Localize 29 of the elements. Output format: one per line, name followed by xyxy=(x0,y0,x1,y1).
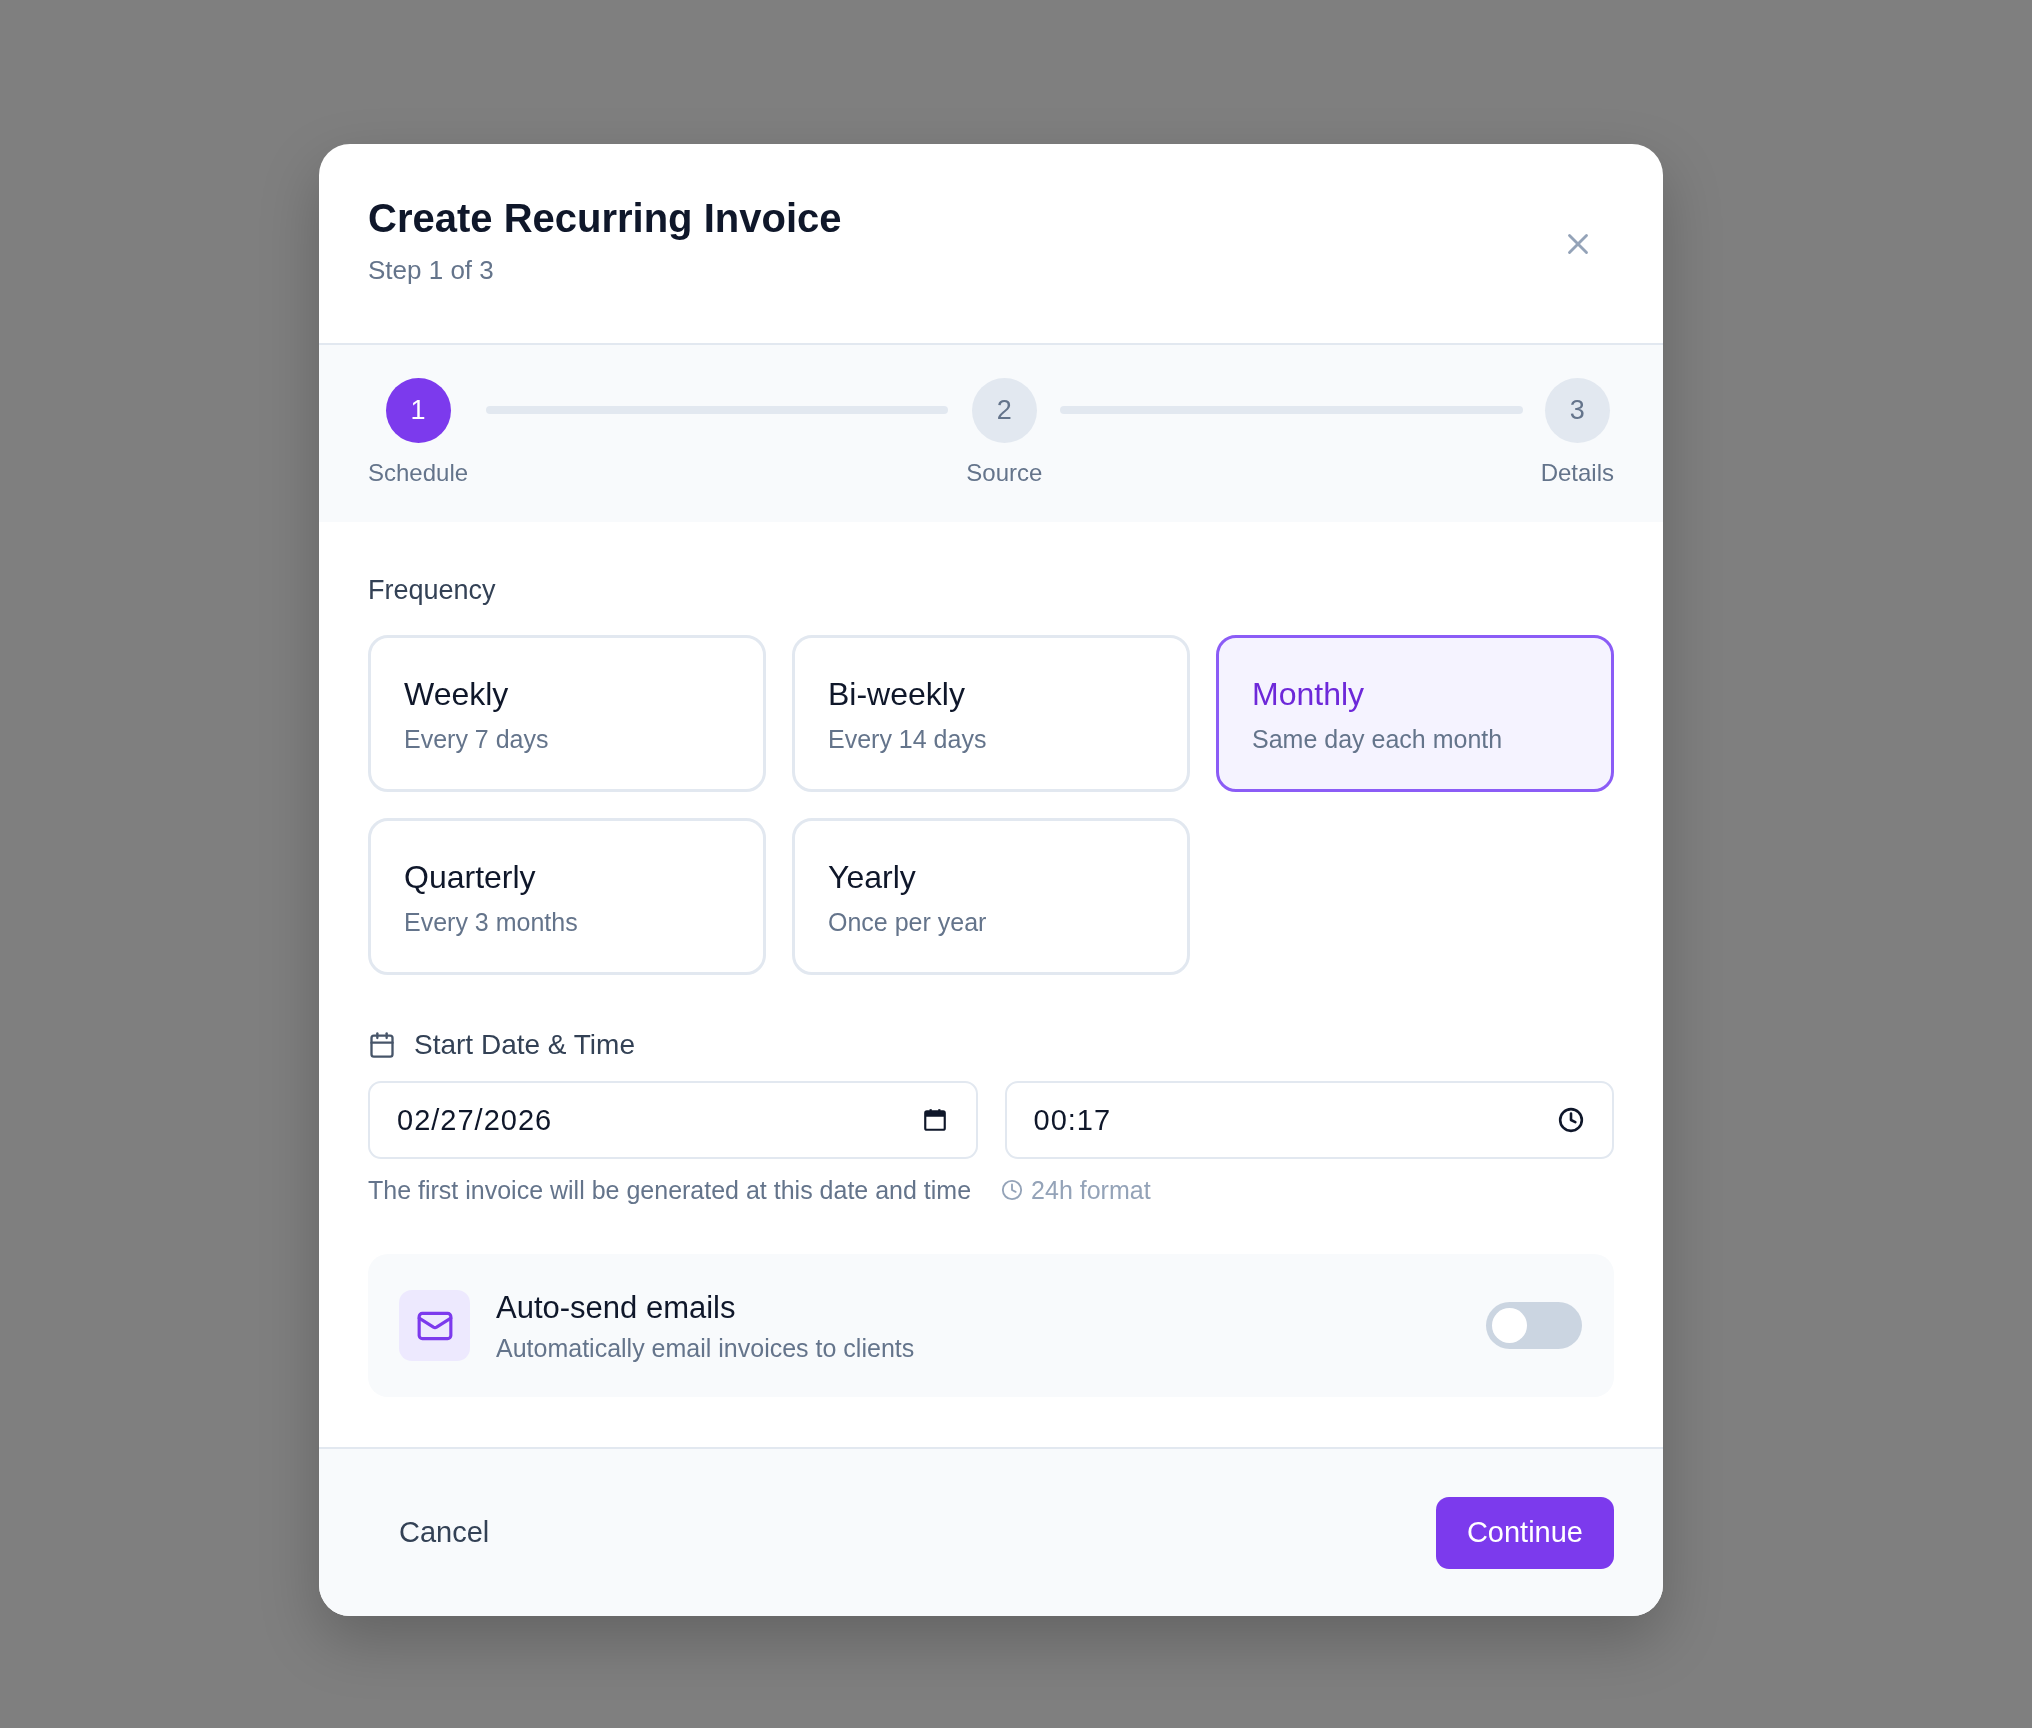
continue-button[interactable]: Continue xyxy=(1435,1496,1614,1569)
step-label: Source xyxy=(966,458,1043,488)
frequency-option[interactable]: Quarterly Every 3 months xyxy=(368,818,766,975)
auto-send-title: Auto-send emails xyxy=(496,1288,737,1327)
date-hint: The first invoice will be generated at this date and time xyxy=(368,1175,972,1205)
step-number[interactable]: 3 xyxy=(1544,378,1610,443)
frequency-label: Frequency xyxy=(368,574,497,607)
step-counter: Step 1 of 3 xyxy=(368,253,495,286)
auto-send-description: Automatically email invoices to clients xyxy=(496,1332,916,1363)
date-input[interactable]: 02/27/2026 xyxy=(368,1081,978,1159)
format-note: 24h format xyxy=(1031,1175,1151,1205)
time-input[interactable]: 00:17 xyxy=(1004,1081,1614,1159)
clock-icon[interactable] xyxy=(1558,1107,1584,1133)
clock-icon xyxy=(1001,1179,1024,1201)
step-label: Details xyxy=(1540,458,1614,488)
start-date-label: Start Date & Time xyxy=(414,1028,635,1062)
step-number[interactable]: 1 xyxy=(385,378,451,443)
dialog-title: Create Recurring Invoice xyxy=(368,194,842,242)
frequency-option[interactable]: Weekly Every 7 days xyxy=(368,635,766,792)
calendar-icon xyxy=(368,1031,396,1059)
step-label: Schedule xyxy=(368,458,469,488)
cancel-button[interactable]: Cancel xyxy=(368,1496,521,1569)
frequency-option[interactable]: Bi-weekly Every 14 days xyxy=(792,635,1190,792)
mail-icon xyxy=(399,1290,470,1361)
calendar-icon[interactable] xyxy=(921,1107,948,1133)
step-number[interactable]: 2 xyxy=(971,378,1037,443)
frequency-option[interactable]: Yearly Once per year xyxy=(792,818,1190,975)
toggle-switch[interactable] xyxy=(1486,1302,1582,1349)
frequency-option[interactable]: Monthly Same day each month xyxy=(1216,635,1614,792)
